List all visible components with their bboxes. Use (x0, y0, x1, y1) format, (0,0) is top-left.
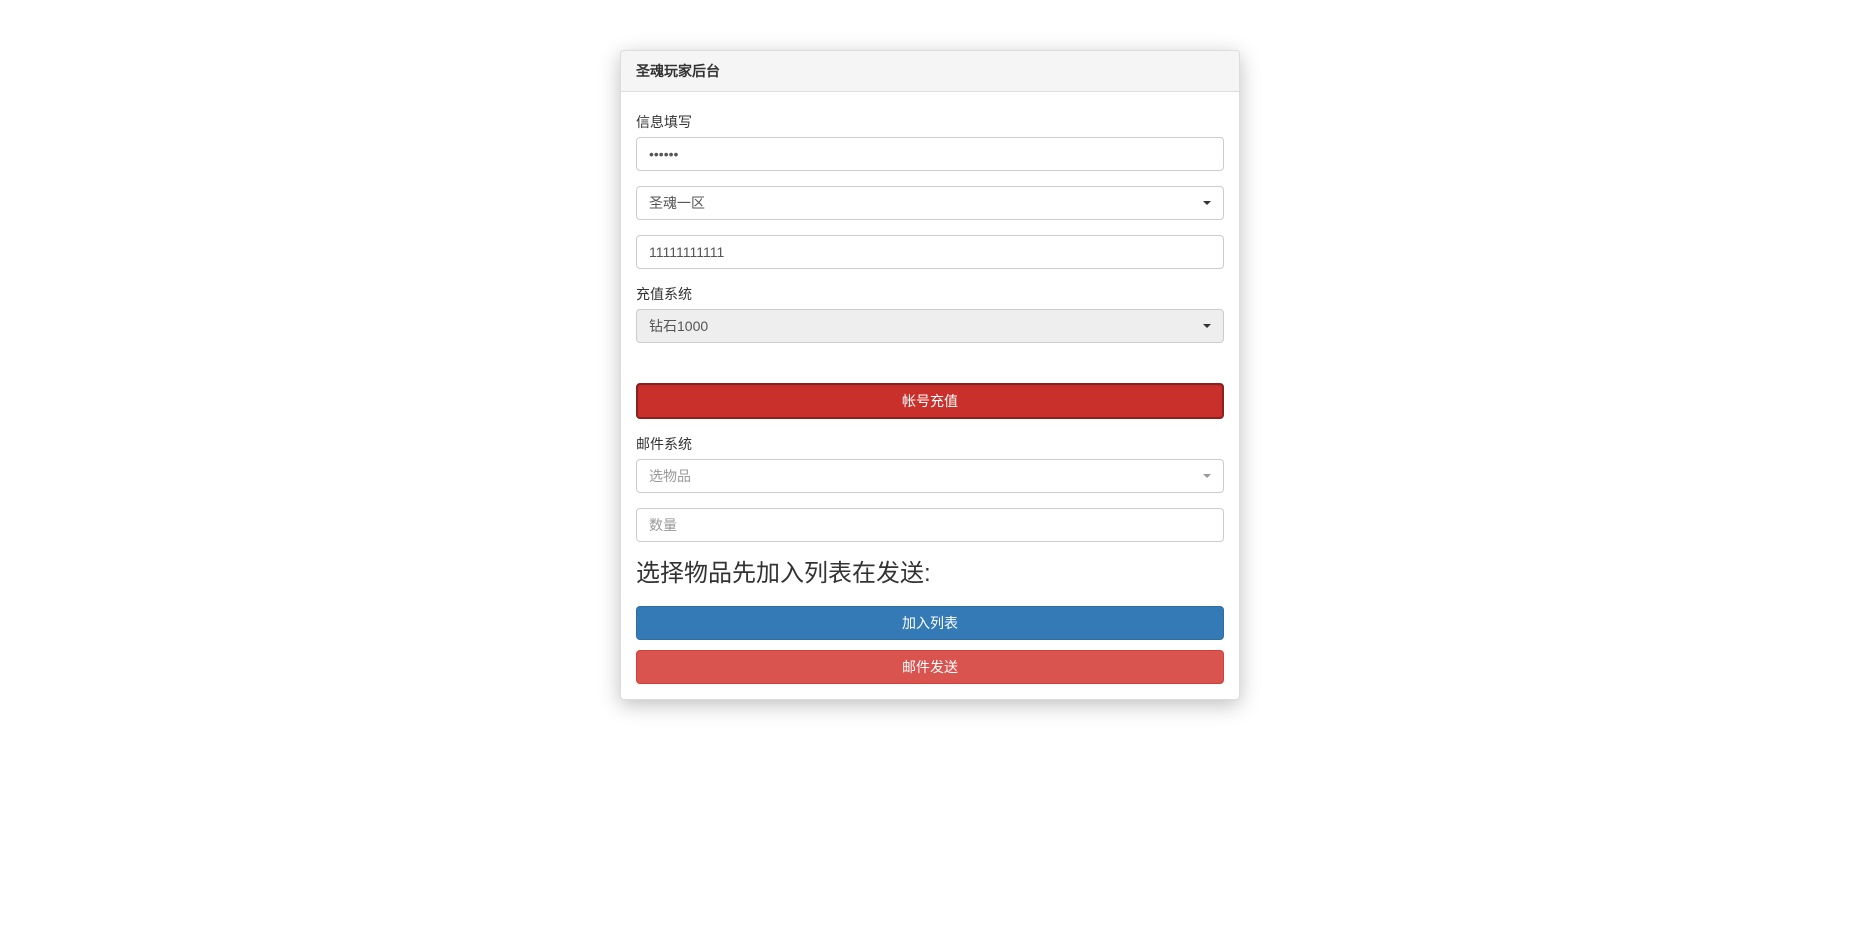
item-select-placeholder: 选物品 (637, 460, 1223, 492)
item-select[interactable]: 选物品 (636, 459, 1224, 493)
server-select-value: 圣魂一区 (637, 187, 1223, 219)
info-section-label: 信息填写 (636, 112, 1224, 132)
server-select-group: 圣魂一区 (636, 186, 1224, 220)
caret-down-icon (1203, 324, 1211, 328)
recharge-package-select[interactable]: 钻石1000 (636, 309, 1224, 343)
panel-body: 信息填写 圣魂一区 充值系统 钻石1000 帐号充值 邮件系统 (621, 92, 1239, 699)
password-input[interactable] (636, 137, 1224, 171)
recharge-section-label: 充值系统 (636, 284, 1224, 304)
recharge-package-value: 钻石1000 (637, 310, 1223, 342)
panel-title: 圣魂玩家后台 (621, 51, 1239, 92)
server-select[interactable]: 圣魂一区 (636, 186, 1224, 220)
quantity-group (636, 508, 1224, 542)
admin-panel: 圣魂玩家后台 信息填写 圣魂一区 充值系统 钻石1000 帐号充值 邮件系统 (620, 50, 1240, 700)
add-to-list-button[interactable]: 加入列表 (636, 606, 1224, 640)
item-select-group: 选物品 (636, 459, 1224, 493)
quantity-input[interactable] (636, 508, 1224, 542)
recharge-button-group: 帐号充值 (636, 383, 1224, 419)
recharge-submit-button[interactable]: 帐号充值 (636, 383, 1224, 419)
mail-buttons: 加入列表 邮件发送 (636, 606, 1224, 684)
list-instruction-heading: 选择物品先加入列表在发送: (636, 557, 1224, 591)
caret-down-icon (1203, 474, 1211, 478)
caret-down-icon (1203, 201, 1211, 205)
password-group (636, 137, 1224, 171)
account-input[interactable] (636, 235, 1224, 269)
account-group (636, 235, 1224, 269)
mail-section-label: 邮件系统 (636, 434, 1224, 454)
package-select-group: 钻石1000 (636, 309, 1224, 343)
send-mail-button[interactable]: 邮件发送 (636, 650, 1224, 684)
